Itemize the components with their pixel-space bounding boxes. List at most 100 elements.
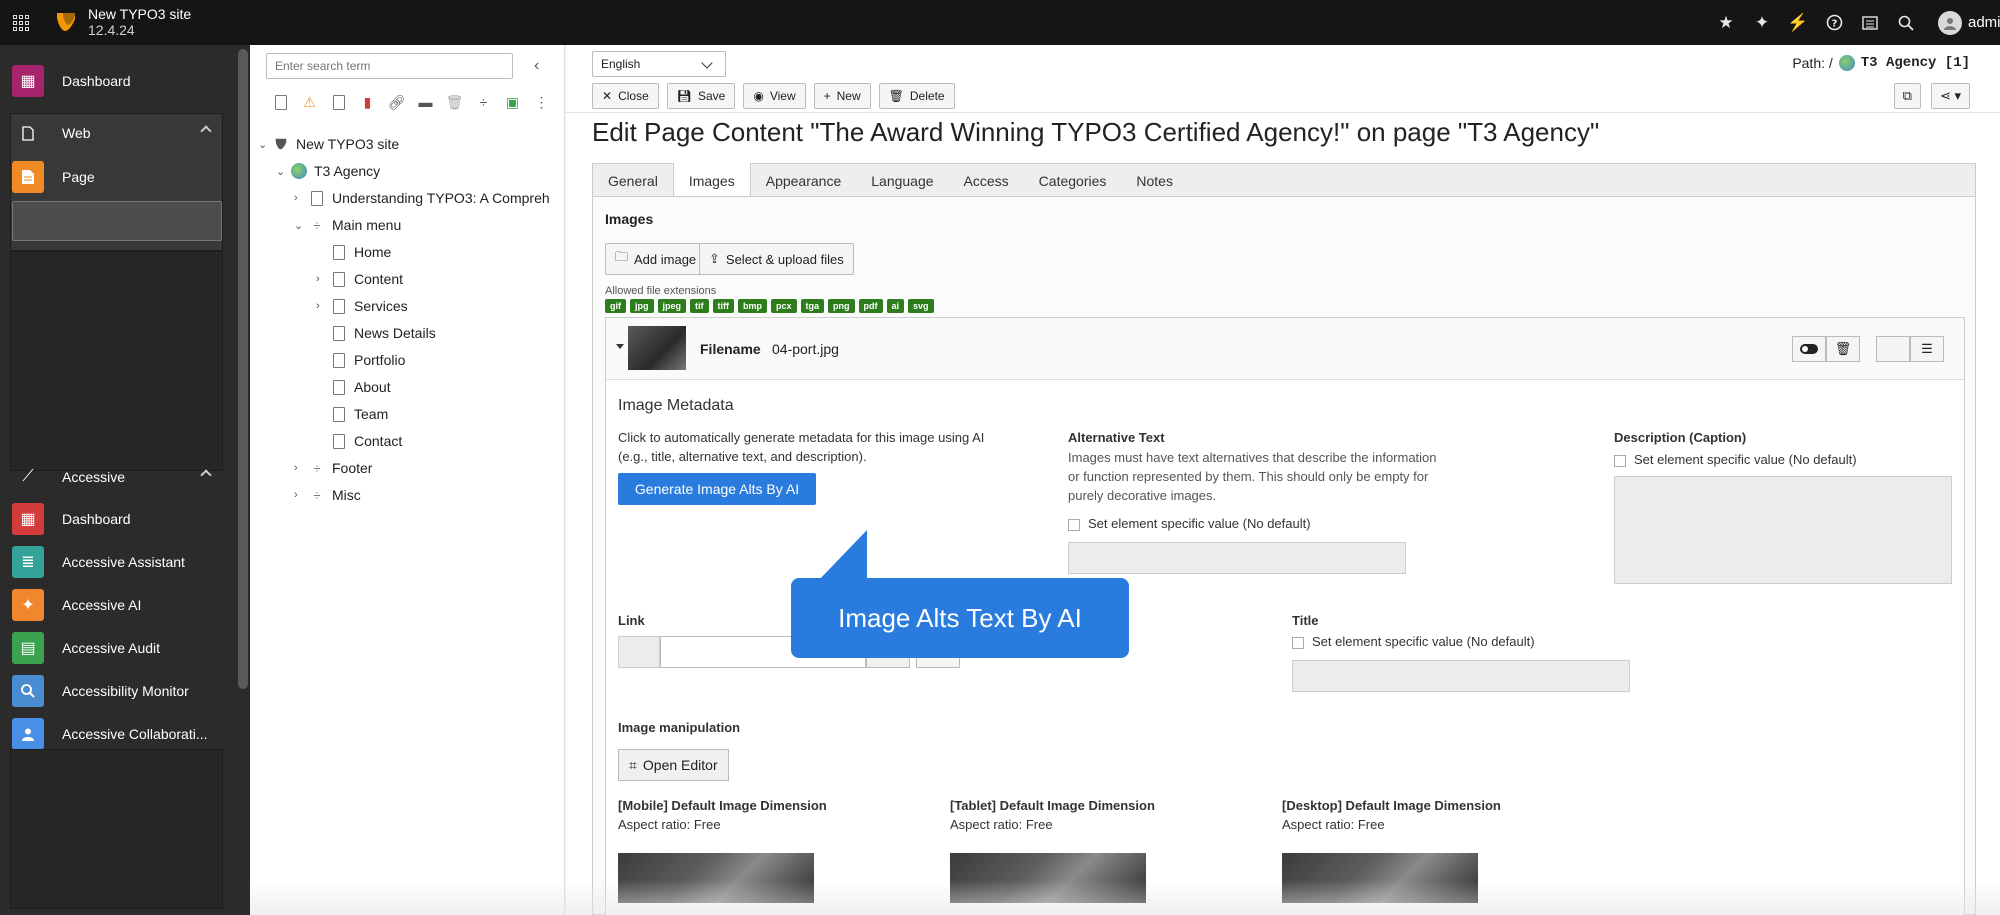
tree-search-input[interactable] — [266, 53, 513, 79]
list-icon[interactable] — [1852, 0, 1888, 45]
caption-checkbox[interactable] — [1614, 454, 1626, 467]
tree-node-content[interactable]: › Content — [316, 268, 403, 290]
tree-node-about[interactable]: About — [316, 376, 391, 398]
new-page-warning-icon[interactable]: ⚠ — [295, 89, 324, 115]
add-image-button[interactable]: 🗀 Add image — [605, 243, 707, 275]
accessive-group-label: Accessive — [62, 469, 126, 485]
tab-notes[interactable]: Notes — [1121, 164, 1188, 197]
path-page[interactable]: T3 Agency [1] — [1861, 55, 1970, 71]
file-reference-header[interactable]: Filename 04-port.jpg 🗑︎ ☰ — [606, 318, 1964, 380]
sparkle-icon[interactable]: ✦ — [1744, 0, 1780, 45]
new-page-icon[interactable] — [266, 89, 295, 115]
tree-node-misc[interactable]: › ÷ Misc — [294, 484, 361, 506]
select-upload-button[interactable]: ⇪ Select & upload files — [699, 243, 854, 275]
module-page-active — [12, 201, 222, 241]
tab-access[interactable]: Access — [949, 164, 1024, 197]
svg-text:?: ? — [1831, 19, 1837, 30]
tree-node-agency[interactable]: ⌄ T3 Agency — [276, 160, 380, 182]
caption-checkbox-row[interactable]: Set element specific value (No default) — [1614, 450, 1857, 469]
module-accessibility-monitor[interactable]: Accessibility Monitor — [12, 671, 222, 711]
tree-node-footer[interactable]: › ÷ Footer — [294, 457, 372, 479]
user-name[interactable]: admin — [1968, 14, 2000, 31]
site-name[interactable]: New TYPO3 site — [88, 6, 191, 22]
tab-language[interactable]: Language — [856, 164, 948, 197]
tree-node-understanding[interactable]: › Understanding TYPO3: A Compreh — [294, 187, 550, 209]
module-accessive-collaboration[interactable]: Accessive Collaborati... — [12, 714, 222, 754]
open-new-window-button[interactable]: ⧉ — [1893, 83, 1921, 109]
new-button[interactable]: + New — [813, 83, 871, 109]
generate-image-alts-button[interactable]: Generate Image Alts By AI — [618, 473, 816, 505]
share-button[interactable]: ⋖ ▾ — [1930, 83, 1970, 109]
title-input[interactable] — [1292, 660, 1630, 692]
sidebar-scrollbar[interactable] — [238, 49, 248, 689]
link-icon[interactable]: 🔗︎ — [382, 89, 411, 115]
delete-button[interactable]: 🗑︎ Delete — [878, 83, 955, 109]
tab-images[interactable]: Images — [672, 163, 751, 198]
title-checkbox-row[interactable]: Set element specific value (No default) — [1292, 632, 1535, 651]
tree-node-contact[interactable]: Contact — [316, 430, 402, 452]
help-icon[interactable]: ? — [1816, 0, 1852, 45]
hide-toggle-button[interactable] — [1792, 336, 1826, 362]
new-page-green-icon[interactable]: ▣ — [498, 89, 527, 115]
tree-node-home[interactable]: Home — [316, 241, 391, 263]
filename-value: 04-port.jpg — [772, 341, 839, 357]
module-dashboard[interactable]: ▦ Dashboard — [12, 61, 222, 101]
collapse-tree-icon[interactable]: ‹ — [534, 57, 539, 75]
tab-appearance[interactable]: Appearance — [751, 164, 857, 197]
module-menu-grid-icon[interactable] — [10, 12, 32, 34]
module-accessive-assistant[interactable]: ≣ Accessive Assistant — [12, 542, 222, 582]
page-icon — [308, 189, 326, 207]
caret-down-icon[interactable] — [616, 344, 624, 349]
folder-icon[interactable]: ▬ — [411, 89, 440, 115]
tab-general[interactable]: General — [593, 164, 673, 197]
alt-checkbox-row[interactable]: Set element specific value (No default) — [1068, 514, 1311, 533]
divider-icon[interactable]: ÷ — [469, 89, 498, 115]
typo3-logo-icon[interactable] — [54, 10, 78, 34]
alt-checkbox[interactable] — [1068, 518, 1080, 531]
save-button[interactable]: 💾︎ Save — [666, 83, 736, 109]
alt-text-input[interactable] — [1068, 542, 1406, 574]
new-page-link-icon[interactable] — [324, 89, 353, 115]
allowed-extensions-label: Allowed file extensions — [605, 285, 717, 297]
module-label: Dashboard — [62, 511, 131, 527]
assistant-icon: ≣ — [12, 546, 44, 578]
module-accessive-dashboard[interactable]: ▦ Dashboard — [12, 499, 222, 539]
tree-node-label: New TYPO3 site — [296, 136, 400, 152]
dashboard-icon: ▦ — [12, 65, 44, 97]
delete-file-button[interactable]: 🗑︎ — [1826, 336, 1860, 362]
tree-node-portfolio[interactable]: Portfolio — [316, 349, 405, 371]
bolt-icon[interactable]: ⚡ — [1780, 0, 1816, 45]
tree-node-news-details[interactable]: News Details — [316, 322, 436, 344]
caption-textarea[interactable] — [1614, 476, 1952, 584]
recycler-icon[interactable]: 🗑︎ — [440, 89, 469, 115]
view-button[interactable]: ◉ View — [743, 83, 806, 109]
ext-badge: png — [828, 299, 855, 313]
accessive-group-header[interactable]: ⟋ Accessive — [12, 457, 222, 497]
page-icon — [330, 324, 348, 342]
tree-node-label: Contact — [354, 433, 403, 449]
tree-node-root[interactable]: ⌄ New TYPO3 site — [258, 133, 399, 155]
tree-node-services[interactable]: › Services — [316, 295, 408, 317]
web-group-header[interactable]: Web — [12, 113, 222, 153]
search-icon[interactable] — [1888, 0, 1924, 45]
module-label: Accessive AI — [62, 597, 142, 613]
tree-node-label: About — [354, 379, 391, 395]
chevron-down-icon — [701, 57, 713, 69]
open-editor-button[interactable]: ⌗ Open Editor — [618, 749, 729, 781]
tree-node-team[interactable]: Team — [316, 403, 388, 425]
more-options-icon[interactable]: ⋮ — [527, 89, 556, 115]
drag-handle-button[interactable]: ☰ — [1910, 336, 1944, 362]
bookmark-star-icon[interactable]: ★ — [1708, 0, 1744, 45]
new-page-remove-icon[interactable]: ▮ — [353, 89, 382, 115]
empty-button[interactable] — [1876, 336, 1910, 362]
module-page[interactable]: Page — [12, 157, 222, 197]
module-accessive-audit[interactable]: ▤ Accessive Audit — [12, 628, 222, 668]
tree-node-main-menu[interactable]: ⌄ ÷ Main menu — [294, 214, 401, 236]
close-button[interactable]: ✕ Close — [592, 83, 659, 109]
user-icon[interactable] — [1938, 10, 1962, 35]
tree-node-label: T3 Agency — [314, 163, 381, 179]
module-accessive-ai[interactable]: ✦ Accessive AI — [12, 585, 222, 625]
tab-categories[interactable]: Categories — [1024, 164, 1122, 197]
language-select[interactable]: English — [592, 51, 726, 77]
title-checkbox[interactable] — [1292, 636, 1304, 649]
